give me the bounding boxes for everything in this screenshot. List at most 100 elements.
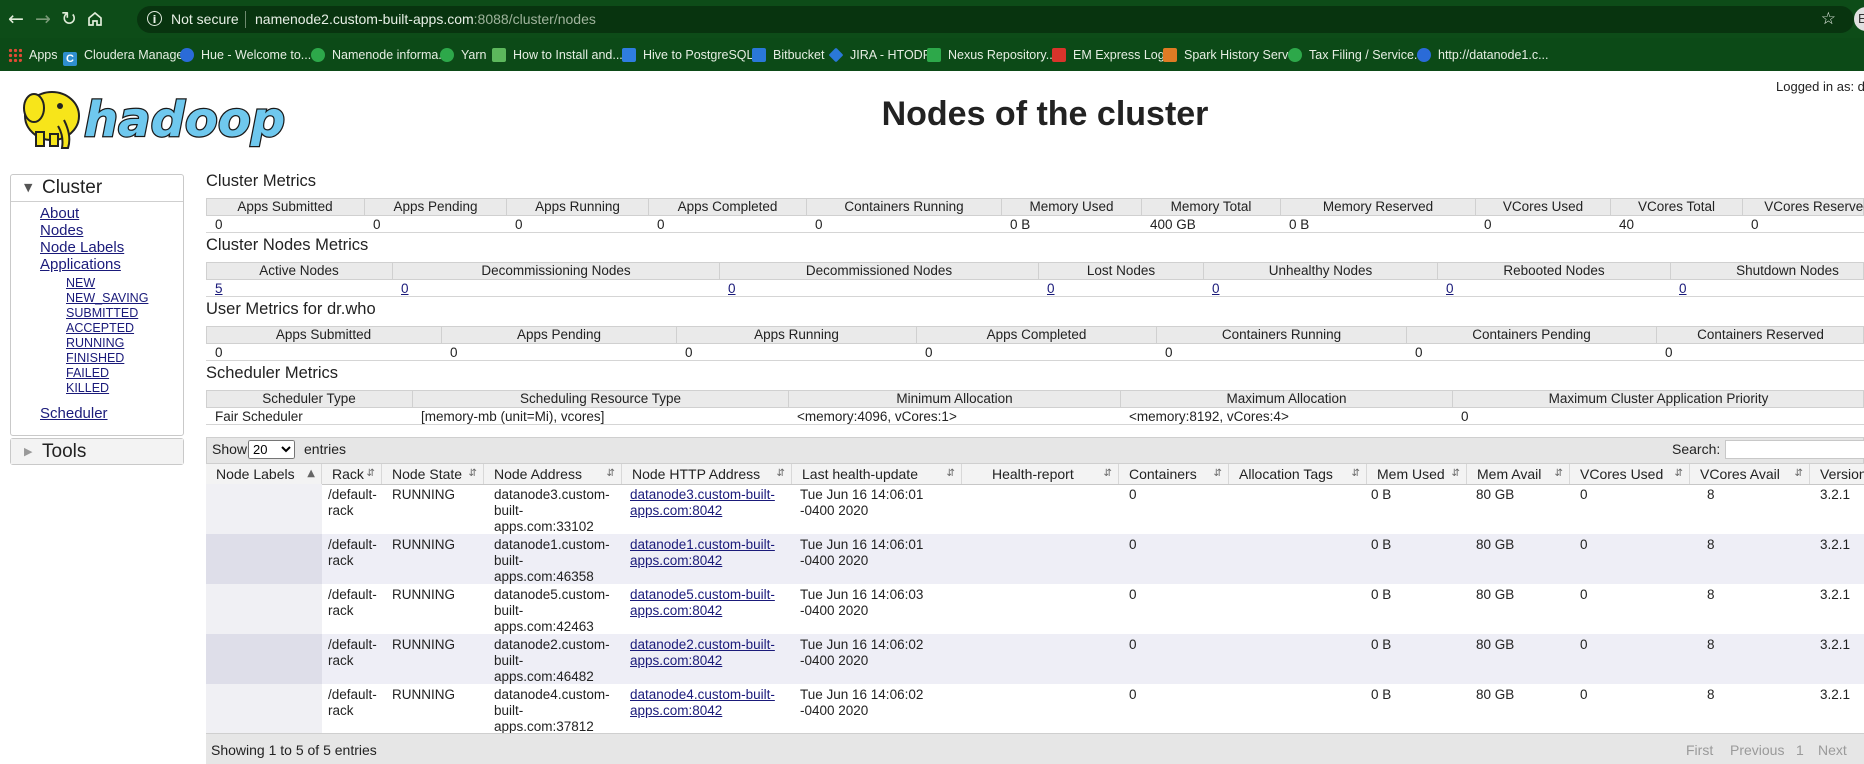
node-http-address-link[interactable]: datanode3.custom-built-apps.com:8042 (630, 487, 775, 519)
bookmark-star-icon[interactable]: ☆ (1821, 9, 1836, 29)
unhealthy-nodes-link[interactable]: 0 (1203, 280, 1220, 297)
row-divider (206, 424, 1864, 425)
node-http-address-link-line[interactable]: apps.com:8042 (630, 603, 775, 619)
metric-value: 0 (685, 345, 693, 360)
tools-panel[interactable]: ▶ Tools (10, 438, 184, 465)
decommissioning-nodes-link[interactable]: 0 (392, 280, 409, 297)
column-header-containers[interactable]: Containers ⇵ (1119, 464, 1229, 484)
column-header-node-state[interactable]: Node State ⇵ (382, 464, 484, 484)
node-http-address-link[interactable]: datanode4.custom-built-apps.com:8042 (630, 687, 775, 719)
node-http-address-link[interactable]: datanode5.custom-built-apps.com:8042 (630, 587, 775, 619)
node-address-cell: datanode5.custom-built-apps.com:42463 (494, 587, 610, 635)
link-app-new-saving[interactable]: NEW_SAVING (66, 291, 148, 305)
profile-avatar[interactable]: E (1854, 7, 1864, 31)
pagination-next[interactable]: Next (1818, 742, 1847, 758)
column-header-node-address[interactable]: Node Address ⇵ (484, 464, 622, 484)
bookmark-tax-filing[interactable]: Tax Filing / Service... (1288, 46, 1424, 64)
page-size-select[interactable]: 20 (248, 440, 295, 459)
column-header: Decommissioning Nodes (392, 262, 719, 280)
metric-value: 0 (1665, 345, 1673, 360)
forward-icon[interactable]: → (32, 8, 54, 30)
link-applications[interactable]: Applications (40, 256, 121, 273)
pagination-previous[interactable]: Previous (1730, 742, 1784, 758)
address-divider (245, 11, 246, 28)
node-http-address-link-line[interactable]: apps.com:8042 (630, 653, 775, 669)
address-bar[interactable]: i Not secure namenode2.custom-built-apps… (137, 6, 1854, 33)
column-header-last-health-update[interactable]: Last health-update ⇵ (792, 464, 962, 484)
bookmark-label: http://datanode1.c... (1438, 48, 1549, 62)
link-app-new[interactable]: NEW (66, 276, 95, 290)
lost-nodes-link[interactable]: 0 (1038, 280, 1055, 297)
bookmark-how-to-install[interactable]: How to Install and... (492, 46, 623, 64)
bookmark-bitbucket[interactable]: Bitbucket (752, 46, 824, 64)
node-http-address-link-line[interactable]: apps.com:8042 (630, 503, 775, 519)
node-http-address-link-line[interactable]: datanode2.custom-built- (630, 637, 775, 653)
link-node-labels[interactable]: Node Labels (40, 239, 124, 256)
url-text[interactable]: namenode2.custom-built-apps.com:8088/clu… (255, 11, 596, 27)
node-http-address-link-line[interactable]: apps.com:8042 (630, 703, 775, 719)
back-icon[interactable]: ← (5, 8, 27, 30)
tools-panel-header[interactable]: ▶ Tools (11, 439, 183, 464)
mem-avail-cell-line: 80 GB (1476, 487, 1515, 502)
link-app-running[interactable]: RUNNING (66, 336, 124, 350)
pagination-current-page[interactable]: 1 (1796, 742, 1804, 758)
column-header-health-report[interactable]: Health-report ⇵ (962, 464, 1119, 484)
mem-avail-cell: 80 GB (1476, 487, 1514, 503)
home-icon[interactable] (84, 8, 106, 30)
link-app-submitted[interactable]: SUBMITTED (66, 306, 138, 320)
bookmark-spark-history[interactable]: Spark History Server (1163, 46, 1299, 64)
page-title: Nodes of the cluster (881, 95, 1209, 133)
node-http-address-link-line[interactable]: datanode1.custom-built- (630, 537, 775, 553)
column-header-mem-used[interactable]: Mem Used ⇵ (1367, 464, 1467, 484)
pagination-first[interactable]: First (1686, 742, 1713, 758)
link-nodes[interactable]: Nodes (40, 222, 83, 239)
bookmark-hue[interactable]: Hue - Welcome to... (180, 46, 311, 64)
link-app-finished[interactable]: FINISHED (66, 351, 124, 365)
mem-used-cell-line: 0 B (1371, 637, 1392, 652)
bookmark-jira[interactable]: JIRA - HTODP (828, 46, 931, 64)
table-row: /default-rack RUNNING datanode3.custom-bui… (206, 484, 1864, 534)
bookmark-hive-postgresql[interactable]: Hive to PostgreSQL... (622, 46, 764, 64)
node-address-cell-line: built- (494, 553, 524, 568)
bookmark-em-express[interactable]: EM Express Login (1052, 46, 1174, 64)
hadoop-logo[interactable]: hadoop (12, 78, 312, 152)
link-about[interactable]: About (40, 205, 79, 222)
link-app-accepted[interactable]: ACCEPTED (66, 321, 134, 335)
column-header-node-labels[interactable]: Node Labels ▲ (206, 464, 322, 484)
column-header-vcores-avail[interactable]: VCores Avail ⇵ (1690, 464, 1810, 484)
column-header-vcores-used[interactable]: VCores Used ⇵ (1570, 464, 1690, 484)
active-nodes-link[interactable]: 5 (206, 280, 223, 297)
node-http-address-link[interactable]: datanode2.custom-built-apps.com:8042 (630, 637, 775, 669)
bookmark-cloudera-manager[interactable]: C Cloudera Manager (63, 46, 188, 66)
node-http-address-link-line[interactable]: apps.com:8042 (630, 553, 775, 569)
decommissioned-nodes-link[interactable]: 0 (719, 280, 736, 297)
bookmark-nexus[interactable]: Nexus Repository... (927, 46, 1056, 64)
search-input[interactable] (1725, 440, 1864, 459)
bookmark-namenode[interactable]: Namenode informa... (311, 46, 449, 64)
node-http-address-link-line[interactable]: datanode4.custom-built- (630, 687, 775, 703)
column-header: Containers Running (806, 198, 1001, 216)
shutdown-nodes-link[interactable]: 0 (1670, 280, 1687, 297)
rebooted-nodes-link[interactable]: 0 (1437, 280, 1454, 297)
column-header-allocation-tags[interactable]: Allocation Tags ⇵ (1229, 464, 1367, 484)
info-icon[interactable]: i (147, 11, 162, 26)
column-header-node-http-address[interactable]: Node HTTP Address ⇵ (622, 464, 792, 484)
column-header-version[interactable]: Version (1810, 464, 1864, 484)
node-http-address-link-line[interactable]: datanode3.custom-built- (630, 487, 775, 503)
link-scheduler[interactable]: Scheduler (40, 405, 108, 422)
bookmark-apps[interactable]: Apps (8, 46, 58, 64)
rack-cell: /default-rack (328, 687, 377, 719)
reload-icon[interactable]: ↻ (58, 8, 80, 30)
link-app-failed[interactable]: FAILED (66, 366, 109, 380)
column-header-mem-avail[interactable]: Mem Avail ⇵ (1467, 464, 1570, 484)
node-http-address-link-line[interactable]: datanode5.custom-built- (630, 587, 775, 603)
bookmark-datanode1[interactable]: http://datanode1.c... (1417, 46, 1549, 64)
column-header-rack[interactable]: Rack ⇵ (322, 464, 382, 484)
bookmark-yarn[interactable]: Yarn (440, 46, 486, 64)
version-cell: 3.2.1 (1820, 537, 1850, 553)
spark-icon (1163, 48, 1177, 62)
node-state-cell-line: RUNNING (392, 587, 455, 602)
link-app-killed[interactable]: KILLED (66, 381, 109, 395)
cluster-panel-header[interactable]: ▼ Cluster (11, 175, 183, 202)
node-http-address-link[interactable]: datanode1.custom-built-apps.com:8042 (630, 537, 775, 569)
